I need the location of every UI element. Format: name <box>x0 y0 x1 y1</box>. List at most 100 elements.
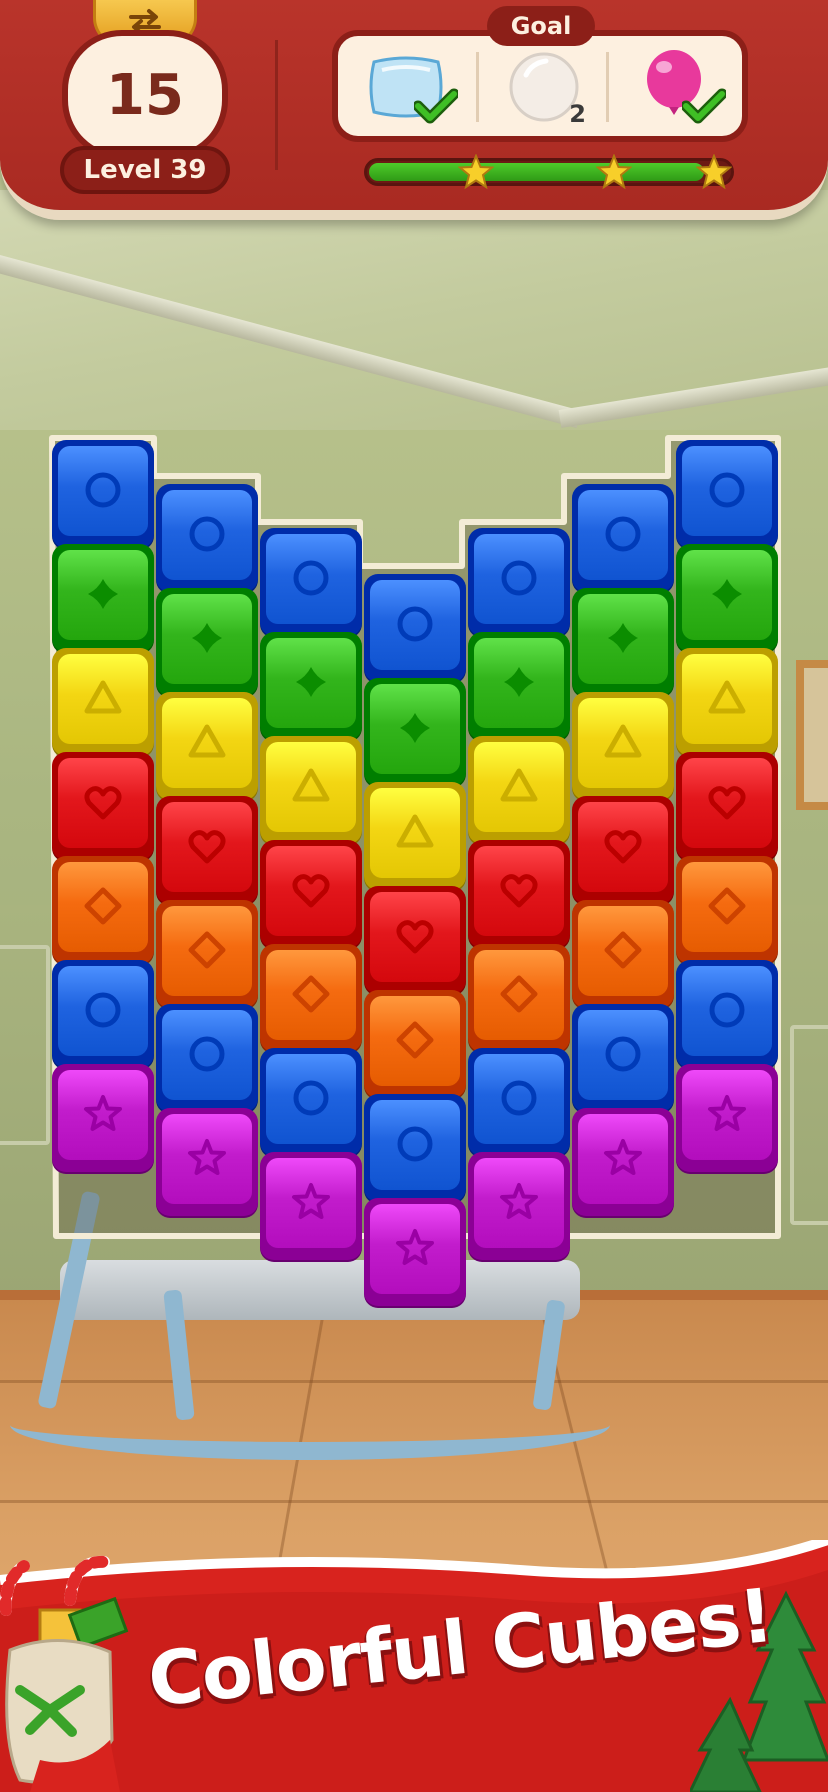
x-shape-icon <box>192 623 222 653</box>
triangle-icon <box>292 768 330 802</box>
cube-red[interactable] <box>364 886 466 996</box>
circle-icon <box>189 1036 225 1072</box>
x-shape-icon <box>504 667 534 697</box>
cube-blue[interactable] <box>260 528 362 638</box>
heart-icon <box>396 920 434 954</box>
cube-yellow[interactable] <box>676 648 778 758</box>
rocking-chair-rocker <box>10 1390 610 1460</box>
diamond-icon <box>604 931 642 969</box>
star-icon <box>458 154 494 190</box>
triangle-icon <box>708 680 746 714</box>
cube-blue[interactable] <box>260 1048 362 1158</box>
circle-icon <box>709 992 745 1028</box>
star-shape-icon <box>188 1139 226 1175</box>
cube-red[interactable] <box>676 752 778 862</box>
cube-orange[interactable] <box>52 856 154 966</box>
circle-icon <box>605 1036 641 1072</box>
cube-red[interactable] <box>156 796 258 906</box>
diamond-icon <box>396 1021 434 1059</box>
cube-blue[interactable] <box>156 484 258 594</box>
cube-green[interactable] <box>572 588 674 698</box>
cube-purple[interactable] <box>156 1108 258 1218</box>
cube-red[interactable] <box>260 840 362 950</box>
cube-blue[interactable] <box>676 960 778 1070</box>
cube-purple[interactable] <box>468 1152 570 1262</box>
x-shape-icon <box>712 579 742 609</box>
diamond-icon <box>188 931 226 969</box>
cube-green[interactable] <box>364 678 466 788</box>
cube-blue[interactable] <box>364 574 466 684</box>
cube-orange[interactable] <box>260 944 362 1054</box>
picture-frame <box>796 660 828 810</box>
cube-blue[interactable] <box>468 1048 570 1158</box>
cube-blue[interactable] <box>676 440 778 550</box>
score-progress-bar <box>364 158 734 186</box>
level-badge: Level 39 <box>60 146 230 194</box>
cube-green[interactable] <box>676 544 778 654</box>
cube-blue[interactable] <box>52 440 154 550</box>
goal-panel: 2 <box>332 30 748 142</box>
cube-orange[interactable] <box>572 900 674 1010</box>
cube-blue[interactable] <box>572 484 674 594</box>
level-label: Level 39 <box>83 155 207 185</box>
circle-icon <box>293 1080 329 1116</box>
diamond-icon <box>292 975 330 1013</box>
cube-orange[interactable] <box>676 856 778 966</box>
triangle-icon <box>500 768 538 802</box>
cube-blue[interactable] <box>364 1094 466 1204</box>
x-shape-icon <box>400 713 430 743</box>
x-shape-icon <box>88 579 118 609</box>
circle-icon <box>605 516 641 552</box>
heart-icon <box>500 874 538 908</box>
goal-item-bubble: 2 <box>486 46 602 128</box>
diamond-icon <box>708 887 746 925</box>
score-progress-fill <box>369 163 704 181</box>
cube-green[interactable] <box>468 632 570 742</box>
cube-red[interactable] <box>468 840 570 950</box>
cube-orange[interactable] <box>156 900 258 1010</box>
cube-yellow[interactable] <box>572 692 674 802</box>
cube-green[interactable] <box>260 632 362 742</box>
heart-icon <box>708 786 746 820</box>
cube-orange[interactable] <box>364 990 466 1100</box>
cube-purple[interactable] <box>260 1152 362 1262</box>
cube-purple[interactable] <box>572 1108 674 1218</box>
circle-icon <box>709 472 745 508</box>
cube-yellow[interactable] <box>468 736 570 846</box>
heart-icon <box>604 830 642 864</box>
cube-yellow[interactable] <box>156 692 258 802</box>
x-shape-icon <box>296 667 326 697</box>
cube-yellow[interactable] <box>364 782 466 892</box>
cube-red[interactable] <box>572 796 674 906</box>
cube-blue[interactable] <box>468 528 570 638</box>
cube-yellow[interactable] <box>52 648 154 758</box>
cube-purple[interactable] <box>676 1064 778 1174</box>
cube-red[interactable] <box>52 752 154 862</box>
star-shape-icon <box>500 1183 538 1219</box>
circle-icon <box>85 472 121 508</box>
heart-icon <box>188 830 226 864</box>
triangle-icon <box>84 680 122 714</box>
star-icon <box>696 154 732 190</box>
goal-item-pillow <box>348 46 464 128</box>
goal-item-balloon <box>616 46 732 128</box>
x-shape-icon <box>608 623 638 653</box>
cube-orange[interactable] <box>468 944 570 1054</box>
hud-divider <box>275 40 278 170</box>
cube-green[interactable] <box>52 544 154 654</box>
cube-yellow[interactable] <box>260 736 362 846</box>
cube-blue[interactable] <box>572 1004 674 1114</box>
cube-green[interactable] <box>156 588 258 698</box>
circle-icon <box>397 606 433 642</box>
triangle-icon <box>188 724 226 758</box>
cube-purple[interactable] <box>52 1064 154 1174</box>
moves-left-value: 15 <box>106 62 184 128</box>
circle-icon <box>293 560 329 596</box>
cube-blue[interactable] <box>52 960 154 1070</box>
circle-icon <box>189 516 225 552</box>
circle-icon <box>501 560 537 596</box>
bubble-remaining-count: 2 <box>569 100 586 128</box>
cube-purple[interactable] <box>364 1198 466 1308</box>
goal-label: Goal <box>510 12 572 40</box>
cube-blue[interactable] <box>156 1004 258 1114</box>
